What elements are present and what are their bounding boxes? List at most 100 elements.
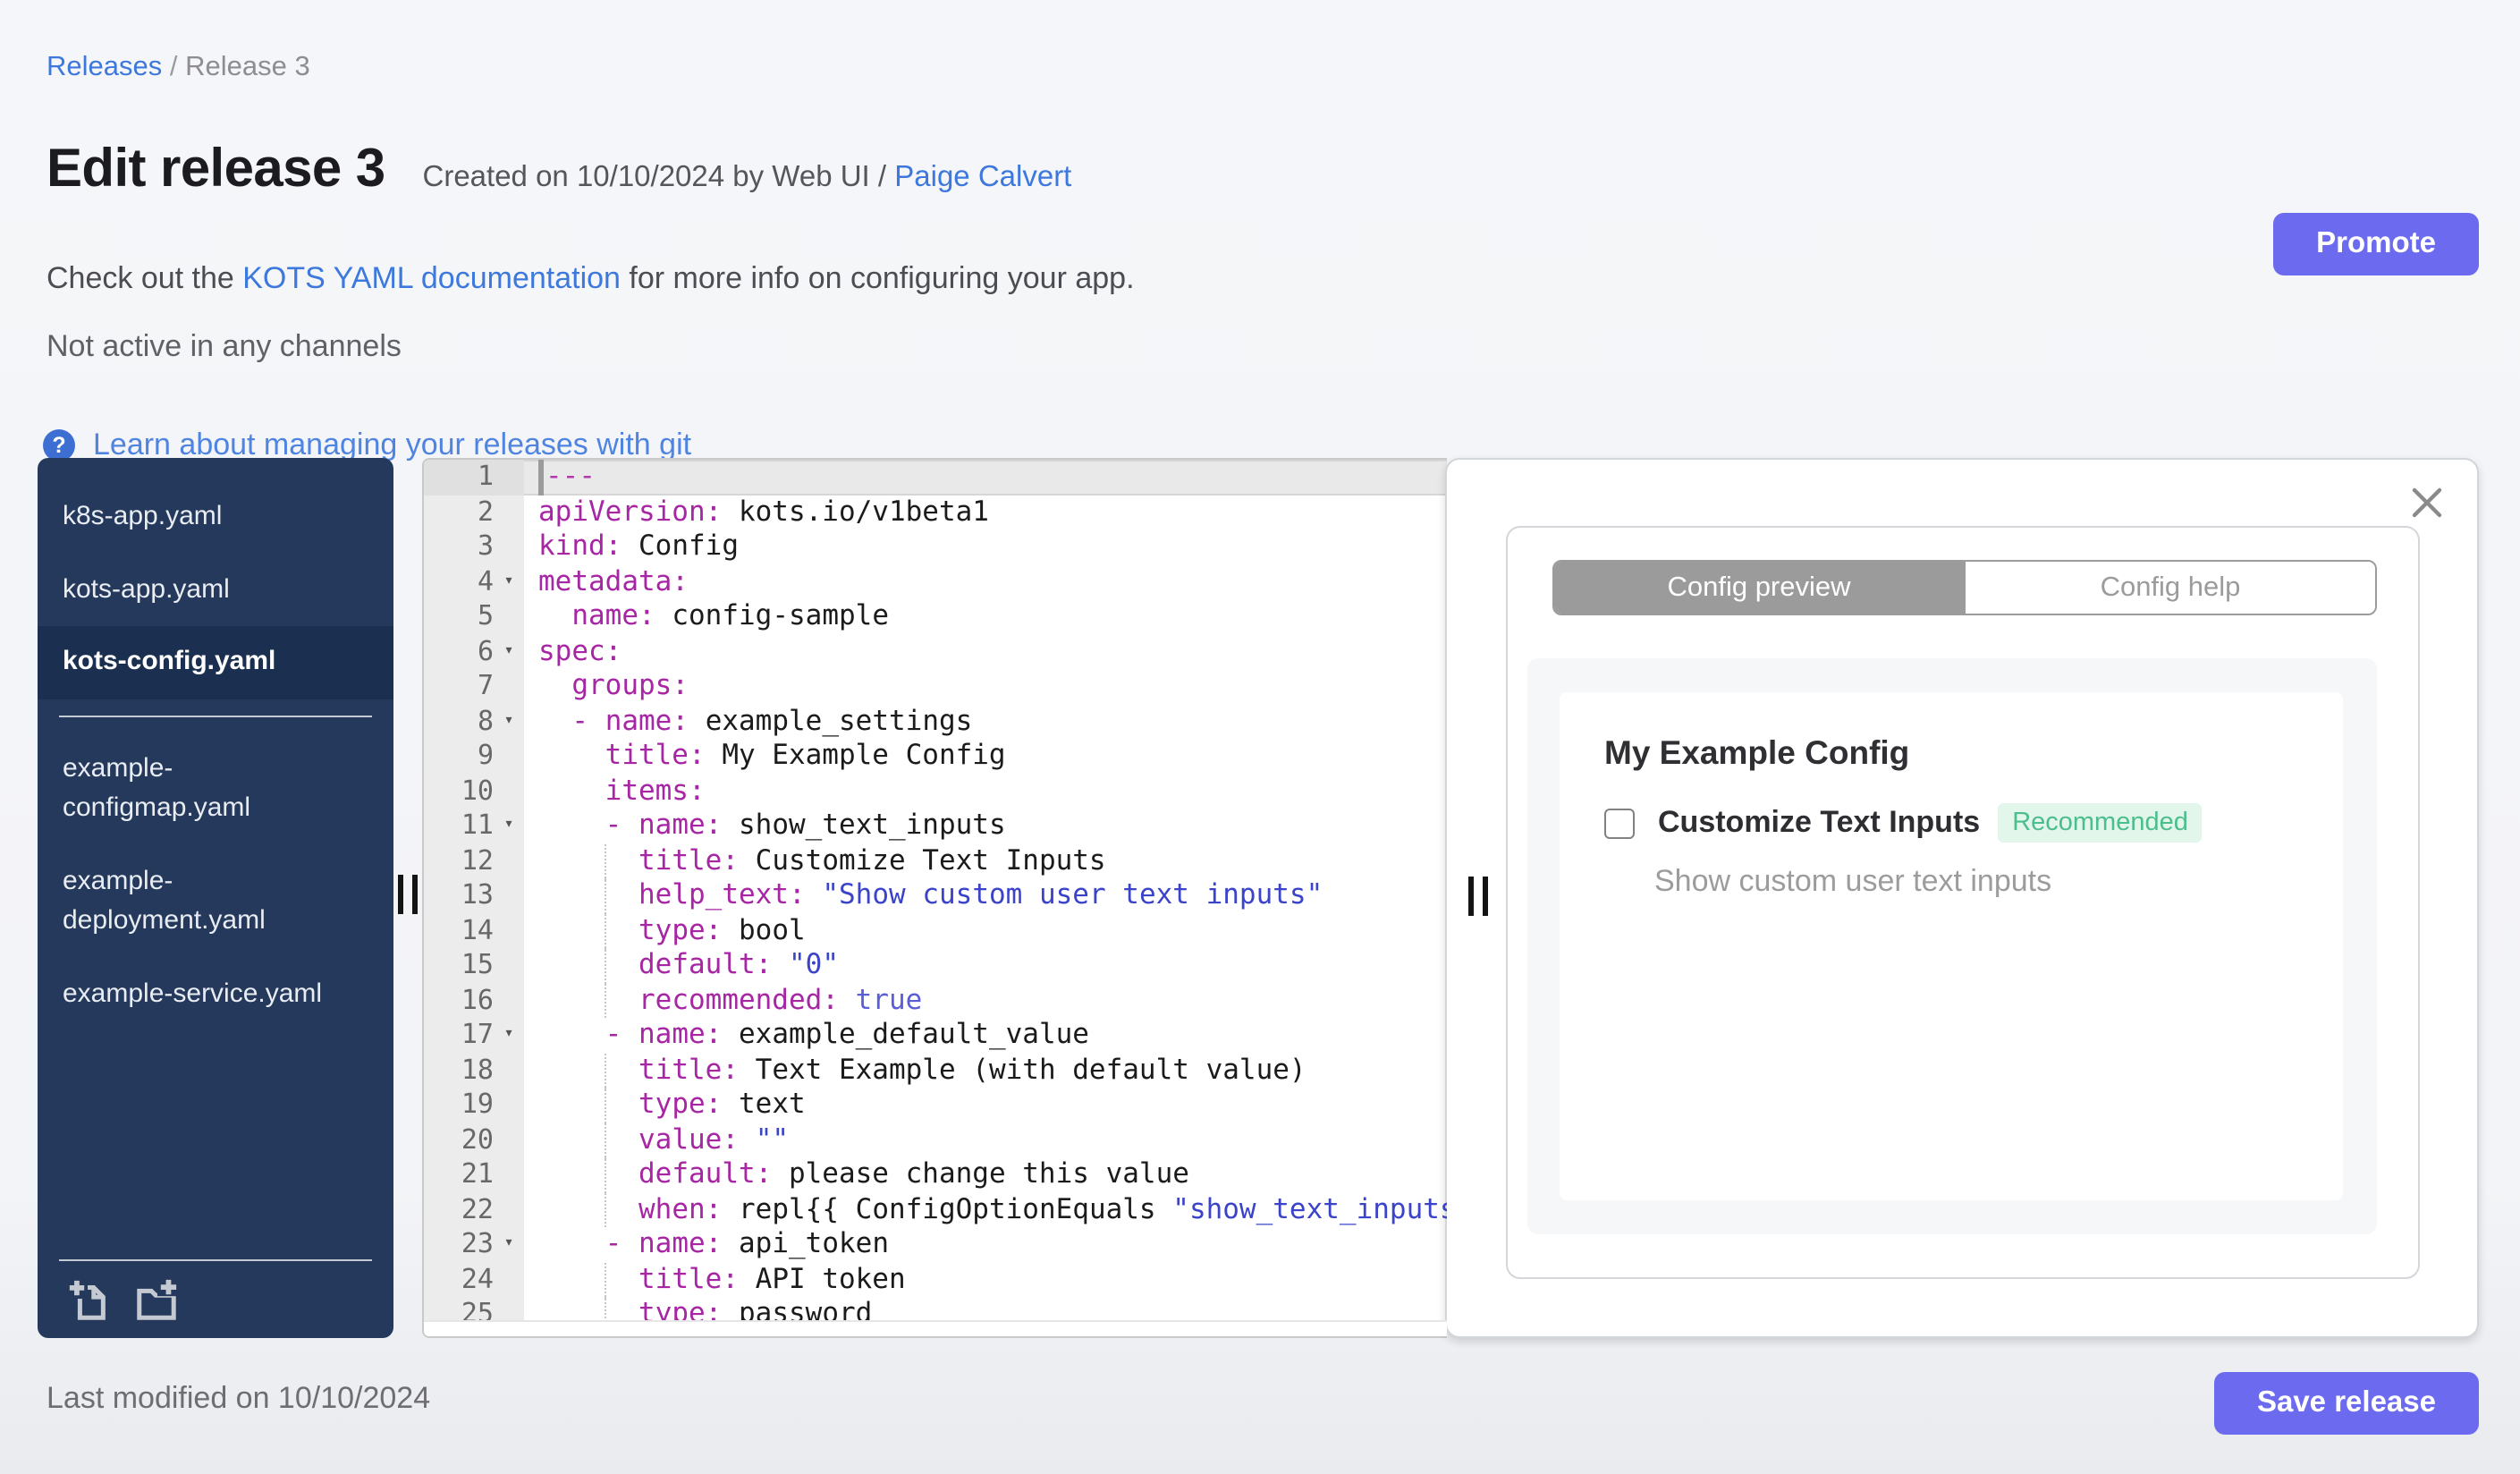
line-gutter: 13 xyxy=(424,878,524,913)
last-modified-text: Last modified on 10/10/2024 xyxy=(47,1381,431,1415)
new-folder-icon[interactable] xyxy=(134,1277,179,1322)
code-line-15[interactable]: 15 default: "0" xyxy=(424,948,1447,983)
editor-code-area[interactable]: 1 --- 2 apiVersion: kots.io/v1beta1 3 kind: C… xyxy=(424,460,1447,1332)
config-preview-panel: Config preview Config help My Example Co… xyxy=(1445,458,2479,1338)
fold-toggle-icon[interactable]: ▾ xyxy=(494,704,524,739)
code-line-4[interactable]: 4 ▾ metadata: xyxy=(424,564,1447,599)
line-number: 15 xyxy=(461,948,494,980)
sidebar-editor-gap xyxy=(393,458,422,1338)
line-gutter: 22 xyxy=(424,1192,524,1227)
editor-horizontal-scrollbar[interactable] xyxy=(424,1320,1447,1336)
line-content: metadata: xyxy=(538,564,689,597)
fold-toggle-icon[interactable]: ▾ xyxy=(494,1227,524,1262)
fold-toggle-icon[interactable]: ▾ xyxy=(494,809,524,843)
line-content: recommended: true xyxy=(638,983,923,1015)
breadcrumb-separator: / xyxy=(162,52,186,82)
code-line-19[interactable]: 19 type: text xyxy=(424,1088,1447,1122)
config-item-row: Customize Text Inputs Recommended xyxy=(1604,803,2203,843)
line-number: 4 xyxy=(477,564,494,597)
code-line-2[interactable]: 2 apiVersion: kots.io/v1beta1 xyxy=(424,495,1447,529)
recommended-badge: Recommended xyxy=(1998,803,2203,843)
line-gutter: 17 ▾ xyxy=(424,1018,524,1053)
code-line-22[interactable]: 22 when: repl{{ ConfigOptionEquals "show… xyxy=(424,1192,1447,1227)
title-row: Edit release 3 Created on 10/10/2024 by … xyxy=(47,140,1071,200)
line-gutter: 16 xyxy=(424,983,524,1018)
line-gutter: 5 xyxy=(424,599,524,634)
breadcrumb-releases-link[interactable]: Releases xyxy=(47,52,162,82)
new-file-icon[interactable] xyxy=(66,1277,111,1322)
code-line-14[interactable]: 14 type: bool xyxy=(424,913,1447,948)
line-number: 8 xyxy=(477,704,494,736)
line-gutter: 18 xyxy=(424,1053,524,1088)
line-gutter: 14 xyxy=(424,913,524,948)
code-line-18[interactable]: 18 title: Text Example (with default val… xyxy=(424,1053,1447,1088)
panel-resize-handle[interactable] xyxy=(1468,877,1488,916)
line-number: 13 xyxy=(461,878,494,911)
code-line-24[interactable]: 24 title: API token xyxy=(424,1262,1447,1297)
file-list: k8s-app.yaml kots-app.yaml kots-config.yam… xyxy=(38,481,393,1259)
code-line-16[interactable]: 16 recommended: true xyxy=(424,983,1447,1018)
breadcrumb-current: Release 3 xyxy=(185,52,310,82)
created-info: Created on 10/10/2024 by Web UI / Paige … xyxy=(423,161,1072,195)
fold-toggle-icon[interactable]: ▾ xyxy=(494,634,524,669)
code-line-13[interactable]: 13 help_text: "Show custom user text inp… xyxy=(424,878,1447,913)
code-line-6[interactable]: 6 ▾ spec: xyxy=(424,634,1447,669)
line-gutter: 1 xyxy=(424,460,524,495)
line-content: title: My Example Config xyxy=(605,739,1006,771)
line-gutter: 11 ▾ xyxy=(424,809,524,843)
file-item-example-service-yaml[interactable]: example-service.yaml xyxy=(38,958,393,1030)
line-number: 7 xyxy=(477,669,494,701)
code-line-11[interactable]: 11 ▾ - name: show_text_inputs xyxy=(424,809,1447,843)
code-line-10[interactable]: 10 items: xyxy=(424,774,1447,809)
yaml-editor[interactable]: 1 --- 2 apiVersion: kots.io/v1beta1 3 kind: C… xyxy=(422,458,1447,1338)
line-content: type: text xyxy=(638,1088,806,1120)
sidebar-resize-handle[interactable] xyxy=(398,875,418,914)
line-number: 6 xyxy=(477,634,494,666)
code-line-9[interactable]: 9 title: My Example Config xyxy=(424,739,1447,774)
file-item-example-configmap-yaml[interactable]: example-configmap.yaml xyxy=(38,733,393,845)
code-line-7[interactable]: 7 groups: xyxy=(424,669,1447,704)
line-number: 12 xyxy=(461,843,494,876)
code-line-21[interactable]: 21 default: please change this value xyxy=(424,1157,1447,1192)
code-line-20[interactable]: 20 value: "" xyxy=(424,1122,1447,1157)
file-item-kots-app-yaml[interactable]: kots-app.yaml xyxy=(38,554,393,626)
line-gutter: 2 xyxy=(424,495,524,529)
config-item-checkbox[interactable] xyxy=(1604,808,1635,838)
code-line-3[interactable]: 3 kind: Config xyxy=(424,529,1447,564)
author-link[interactable]: Paige Calvert xyxy=(894,161,1071,193)
line-gutter: 9 xyxy=(424,739,524,774)
line-content: --- xyxy=(524,460,596,495)
line-gutter: 15 xyxy=(424,948,524,983)
close-icon[interactable] xyxy=(2411,487,2443,519)
file-item-example-deployment-yaml[interactable]: example-deployment.yaml xyxy=(38,845,393,958)
line-gutter: 8 ▾ xyxy=(424,704,524,739)
line-number: 9 xyxy=(477,739,494,771)
line-content: - name: api_token xyxy=(605,1227,889,1259)
config-group-title: My Example Config xyxy=(1604,733,1910,771)
line-gutter: 23 ▾ xyxy=(424,1227,524,1262)
line-content: when: repl{{ ConfigOptionEquals "show_te… xyxy=(638,1192,1447,1224)
config-item-help-text: Show custom user text inputs xyxy=(1654,864,2052,898)
line-content: - name: show_text_inputs xyxy=(605,809,1006,841)
line-number: 5 xyxy=(477,599,494,631)
code-line-12[interactable]: 12 title: Customize Text Inputs xyxy=(424,843,1447,878)
line-gutter: 19 xyxy=(424,1088,524,1122)
fold-toggle-icon[interactable]: ▾ xyxy=(494,1018,524,1053)
code-line-5[interactable]: 5 name: config-sample xyxy=(424,599,1447,634)
file-item-kots-config-yaml[interactable]: kots-config.yaml xyxy=(38,626,393,699)
line-content: - name: example_settings xyxy=(571,704,973,736)
code-line-8[interactable]: 8 ▾ - name: example_settings xyxy=(424,704,1447,739)
tab-config-preview[interactable]: Config preview xyxy=(1554,562,1964,614)
save-release-button[interactable]: Save release xyxy=(2213,1372,2479,1435)
fold-toggle-icon[interactable]: ▾ xyxy=(494,564,524,599)
line-number: 19 xyxy=(461,1088,494,1120)
line-number: 10 xyxy=(461,774,494,806)
code-line-1[interactable]: 1 --- xyxy=(424,460,1447,495)
kots-yaml-doc-link[interactable]: KOTS YAML documentation xyxy=(242,261,621,295)
promote-button[interactable]: Promote xyxy=(2273,213,2479,275)
tab-config-help[interactable]: Config help xyxy=(1964,562,2375,614)
file-item-k8s-app-yaml[interactable]: k8s-app.yaml xyxy=(38,481,393,554)
code-line-23[interactable]: 23 ▾ - name: api_token xyxy=(424,1227,1447,1262)
code-line-17[interactable]: 17 ▾ - name: example_default_value xyxy=(424,1018,1447,1053)
line-number: 3 xyxy=(477,529,494,562)
